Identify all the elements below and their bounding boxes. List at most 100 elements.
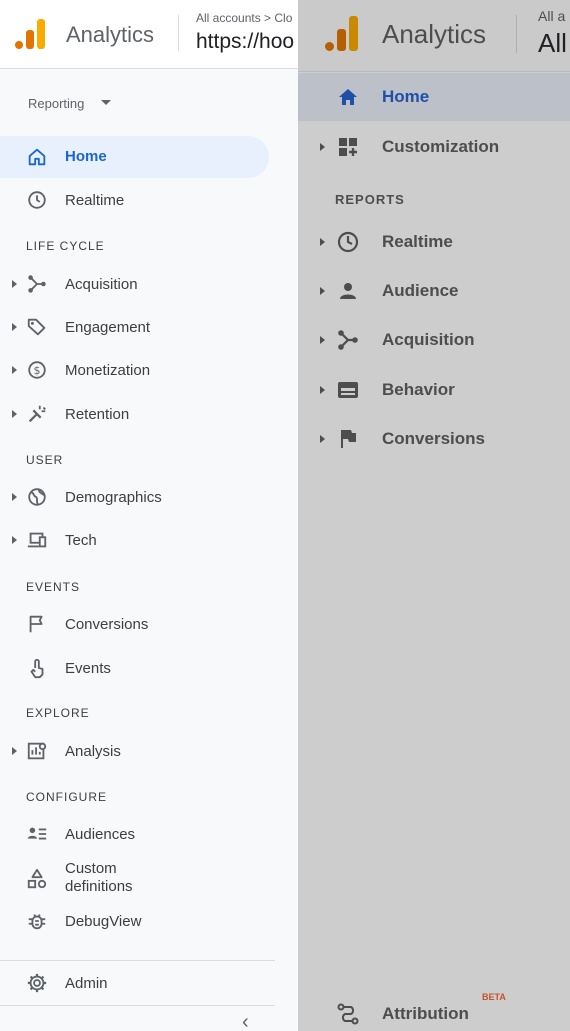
nav-item-label: Behavior: [382, 380, 455, 399]
nav-item-attribution[interactable]: Attribution BETA: [298, 990, 570, 1031]
devices-icon: [26, 529, 48, 551]
nav-item-label-line2: definitions: [65, 878, 133, 895]
expand-arrow-icon[interactable]: [320, 435, 325, 443]
flag-icon: [26, 613, 48, 635]
nav-item-tech[interactable]: Tech: [0, 520, 270, 560]
account-breadcrumb[interactable]: All a: [538, 8, 565, 24]
behavior-icon: [336, 378, 360, 402]
nav-item-label: Audiences: [65, 826, 136, 843]
nav-item-label: Audience: [382, 281, 459, 300]
section-header-reports: REPORTS: [335, 192, 405, 207]
nav-item-label: DebugView: [65, 913, 142, 930]
person-icon: [336, 279, 360, 303]
dashboard-icon: [336, 135, 360, 159]
nav-item-admin[interactable]: Admin: [0, 963, 270, 1003]
chevron-down-icon[interactable]: [101, 100, 111, 105]
expand-arrow-icon[interactable]: [320, 238, 325, 246]
gear-icon: [26, 972, 48, 994]
section-header-explore: EXPLORE: [26, 706, 90, 720]
section-header-life-cycle: LIFE CYCLE: [26, 239, 105, 253]
collapse-sidebar-icon[interactable]: ‹: [242, 1012, 249, 1031]
analytics-logo-icon[interactable]: [325, 16, 358, 51]
nav-item-home[interactable]: Home: [298, 73, 570, 121]
shapes-icon: [26, 868, 48, 890]
nav-item-label: Home: [382, 87, 430, 106]
reporting-dropdown[interactable]: Reporting: [28, 96, 84, 111]
expand-arrow-icon[interactable]: [320, 287, 325, 295]
section-header-configure: CONFIGURE: [26, 790, 107, 804]
header: Analytics All a All: [298, 0, 570, 72]
nav-item-acquisition[interactable]: Acquisition: [0, 264, 270, 304]
nav-item-acquisition[interactable]: Acquisition: [298, 316, 570, 364]
section-header-events: EVENTS: [26, 580, 81, 594]
property-selector[interactable]: https://hoo: [196, 30, 294, 54]
nav-item-label: Realtime: [382, 232, 453, 251]
nav-item-home[interactable]: Home: [0, 136, 269, 178]
nav-item-realtime[interactable]: Realtime: [0, 180, 270, 220]
clock-icon: [26, 189, 48, 211]
expand-arrow-icon[interactable]: [12, 323, 17, 331]
beta-badge: BETA: [482, 992, 506, 1002]
nav-item-label: Analysis: [65, 743, 121, 760]
expand-arrow-icon[interactable]: [12, 410, 17, 418]
svg-text:$: $: [34, 364, 41, 377]
analytics-logo-icon[interactable]: [15, 19, 45, 49]
acquisition-icon: [26, 273, 48, 295]
nav-item-label: Realtime: [65, 192, 125, 209]
magnet-icon: [26, 403, 48, 425]
section-header-user: USER: [26, 453, 64, 467]
nav-item-label: Demographics: [65, 489, 162, 506]
nav-item-label: Tech: [65, 532, 97, 549]
home-icon: [26, 146, 48, 168]
expand-arrow-icon[interactable]: [320, 143, 325, 151]
nav-item-customization[interactable]: Customization: [298, 123, 570, 171]
expand-arrow-icon[interactable]: [12, 747, 17, 755]
tag-icon: [26, 316, 48, 338]
nav-item-analysis[interactable]: Analysis: [0, 731, 270, 771]
nav-item-events[interactable]: Events: [0, 648, 270, 688]
expand-arrow-icon[interactable]: [12, 280, 17, 288]
nav-item-custom-definitions[interactable]: Custom definitions: [0, 857, 270, 901]
audiences-icon: [26, 823, 48, 845]
nav-item-conversions[interactable]: Conversions: [0, 604, 270, 644]
nav-item-monetization[interactable]: $ Monetization: [0, 350, 270, 390]
expand-arrow-icon[interactable]: [12, 536, 17, 544]
flag-icon: [336, 427, 360, 451]
nav-item-audiences[interactable]: Audiences: [0, 814, 270, 854]
analysis-icon: [26, 740, 48, 762]
home-icon: [336, 85, 360, 109]
nav-item-demographics[interactable]: Demographics: [0, 477, 270, 517]
nav-item-label: Customization: [382, 137, 500, 156]
clock-icon: [336, 230, 360, 254]
expand-arrow-icon[interactable]: [12, 366, 17, 374]
nav-item-label: Conversions: [65, 616, 149, 633]
attribution-icon: [336, 1002, 360, 1026]
expand-arrow-icon[interactable]: [12, 493, 17, 501]
expand-arrow-icon[interactable]: [320, 336, 325, 344]
ua-sidebar: Analytics All a All Home Customization R…: [298, 0, 570, 1031]
property-selector[interactable]: All: [538, 28, 567, 59]
nav-item-behavior[interactable]: Behavior: [298, 366, 570, 414]
nav-item-label: Events: [65, 660, 111, 677]
nav-item-realtime[interactable]: Realtime: [298, 218, 570, 266]
nav-item-retention[interactable]: Retention: [0, 394, 270, 434]
divider: [516, 15, 517, 53]
app-name: Analytics: [66, 22, 155, 47]
account-breadcrumb[interactable]: All accounts > Clo: [196, 11, 292, 25]
nav-item-label: Engagement: [65, 319, 151, 336]
app-name: Analytics: [382, 19, 487, 49]
nav-item-audience[interactable]: Audience: [298, 267, 570, 315]
nav-item-conversions[interactable]: Conversions: [298, 415, 570, 463]
nav-item-debugview[interactable]: DebugView: [0, 901, 270, 941]
nav-item-engagement[interactable]: Engagement: [0, 307, 270, 347]
touch-icon: [26, 657, 48, 679]
bug-icon: [26, 910, 48, 932]
expand-arrow-icon[interactable]: [320, 386, 325, 394]
nav-item-label: Admin: [65, 975, 108, 992]
nav-item-label: Monetization: [65, 362, 151, 379]
nav-item-label: Retention: [65, 406, 130, 423]
header: Analytics All accounts > Clo https://hoo: [0, 0, 298, 69]
acquisition-icon: [336, 328, 360, 352]
nav-item-label: Conversions: [382, 429, 485, 448]
divider: [178, 15, 179, 51]
